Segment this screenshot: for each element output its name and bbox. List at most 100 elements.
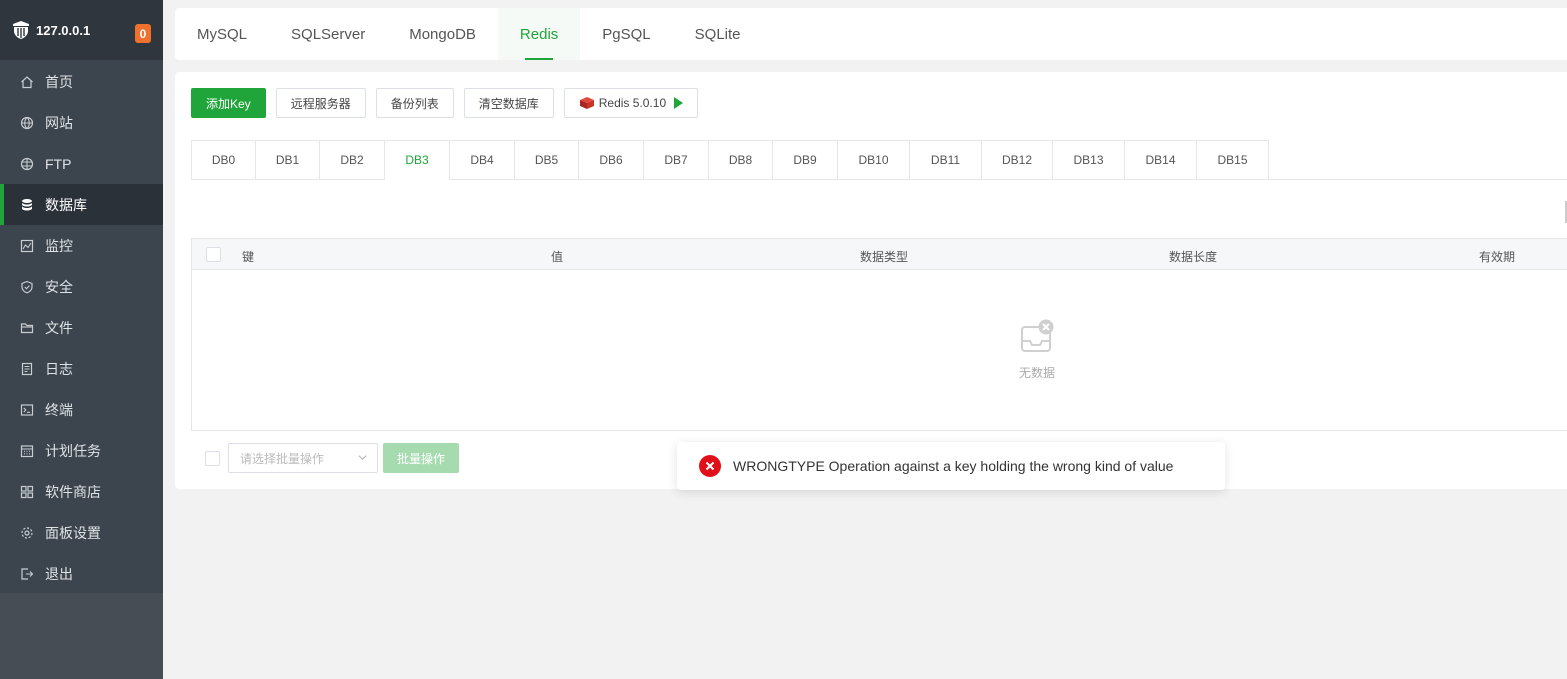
db-tab[interactable]: DB12 [982, 140, 1053, 180]
toast-message: WRONGTYPE Operation against a key holdin… [733, 458, 1174, 474]
shield-icon [20, 280, 34, 294]
batch-select-placeholder: 请选择批量操作 [240, 451, 325, 466]
column-ttl: 有效期 [1479, 250, 1516, 264]
sidebar-item-label: 监控 [45, 237, 73, 254]
play-icon [674, 97, 684, 109]
database-type-tabs: MySQL SQLServer MongoDB Redis PgSQL SQLi… [175, 8, 1567, 60]
sidebar-item-label: 首页 [45, 73, 73, 90]
db-tab[interactable]: DB6 [579, 140, 644, 180]
redis-panel: 添加Key 远程服务器 备份列表 清空数据库 Redis 5.0.10 DB0 … [175, 72, 1567, 489]
db-tab[interactable]: DB15 [1197, 140, 1269, 180]
sidebar-item-label: 面板设置 [45, 524, 101, 541]
sidebar-item-logs[interactable]: 日志 [0, 348, 163, 389]
sidebar-item-database[interactable]: 数据库 [0, 184, 163, 225]
sidebar-item-label: 安全 [45, 278, 73, 295]
sidebar-item-label: 数据库 [45, 196, 87, 213]
gear-icon [20, 526, 34, 540]
sidebar-item-terminal[interactable]: 终端 [0, 389, 163, 430]
folder-icon [20, 321, 34, 335]
sidebar-item-label: 终端 [45, 401, 73, 418]
db-tab[interactable]: DB1 [256, 140, 320, 180]
db-tab[interactable]: DB14 [1125, 140, 1197, 180]
sidebar-item-cron[interactable]: 计划任务 [0, 430, 163, 471]
logout-icon [20, 567, 34, 581]
monitor-chart-icon [20, 239, 34, 253]
empty-inbox-icon [1021, 319, 1054, 352]
keys-table: 键 值 数据类型 数据长度 有效期 无数据 [191, 238, 1567, 431]
empty-text: 无数据 [1018, 366, 1055, 380]
backup-list-button[interactable]: 备份列表 [375, 88, 454, 118]
add-key-button[interactable]: 添加Key [191, 88, 266, 118]
db-tab[interactable]: DB10 [838, 140, 910, 180]
db-tab-active[interactable]: DB3 [385, 140, 450, 180]
sidebar-item-label: 网站 [45, 114, 73, 131]
sidebar-footer [0, 593, 163, 679]
batch-select-checkbox[interactable] [205, 450, 220, 466]
clear-database-button[interactable]: 清空数据库 [463, 88, 554, 118]
table-header: 键 值 数据类型 数据长度 有效期 [192, 239, 1567, 270]
redis-version-label: Redis 5.0.10 [598, 96, 667, 110]
tab-pgsql[interactable]: PgSQL [580, 8, 672, 60]
sidebar-item-logout[interactable]: 退出 [0, 553, 163, 594]
database-icon [20, 198, 34, 212]
db-tabs: DB0 DB1 DB2 DB3 DB4 DB5 DB6 DB7 DB8 DB9 … [191, 140, 1567, 180]
db-tab[interactable]: DB9 [773, 140, 838, 180]
batch-operations: 请选择批量操作 批量操作 [191, 443, 460, 473]
sidebar-item-label: 日志 [45, 360, 73, 377]
db-tab[interactable]: DB11 [910, 140, 982, 180]
db-tab[interactable]: DB8 [709, 140, 773, 180]
notification-badge[interactable]: 0 [135, 24, 151, 43]
sidebar-item-label: 计划任务 [45, 442, 101, 459]
sidebar-item-ftp[interactable]: FTP [0, 143, 163, 184]
db-tab[interactable]: DB4 [450, 140, 515, 180]
chevron-down-icon [358, 455, 367, 461]
sidebar-item-files[interactable]: 文件 [0, 307, 163, 348]
sidebar-item-monitor[interactable]: 监控 [0, 225, 163, 266]
db-tab[interactable]: DB7 [644, 140, 709, 180]
sidebar-item-website[interactable]: 网站 [0, 102, 163, 143]
column-value: 值 [551, 250, 564, 264]
panel-logo-icon [13, 21, 29, 39]
redis-version-button[interactable]: Redis 5.0.10 [563, 88, 699, 118]
sidebar-item-label: 文件 [45, 319, 73, 336]
db-tab[interactable]: DB13 [1053, 140, 1125, 180]
toolbar: 添加Key 远程服务器 备份列表 清空数据库 Redis 5.0.10 [191, 88, 708, 118]
db-tab[interactable]: DB0 [191, 140, 256, 180]
sidebar: 127.0.0.1 0 首页 网站 FTP 数据库 监控 安全 文件 日志 终端… [0, 0, 163, 679]
sidebar-item-security[interactable]: 安全 [0, 266, 163, 307]
select-all-checkbox[interactable] [206, 247, 221, 262]
batch-operation-button[interactable]: 批量操作 [383, 443, 460, 473]
calendar-icon [20, 444, 34, 458]
tab-redis[interactable]: Redis [497, 8, 581, 60]
batch-operation-select[interactable]: 请选择批量操作 [228, 443, 378, 473]
error-toast: WRONGTYPE Operation against a key holdin… [677, 442, 1225, 490]
apps-icon [20, 485, 34, 499]
tab-mongodb[interactable]: MongoDB [387, 8, 498, 60]
sidebar-item-label: 软件商店 [45, 483, 101, 500]
server-host: 127.0.0.1 [36, 22, 91, 38]
db-tab[interactable]: DB2 [320, 140, 385, 180]
column-type: 数据类型 [860, 250, 909, 264]
sidebar-item-home[interactable]: 首页 [0, 61, 163, 102]
terminal-icon [20, 403, 34, 417]
remote-servers-button[interactable]: 远程服务器 [275, 88, 366, 118]
redis-logo-icon [579, 97, 594, 109]
column-length: 数据长度 [1169, 250, 1218, 264]
log-icon [20, 362, 34, 376]
sidebar-item-store[interactable]: 软件商店 [0, 471, 163, 512]
home-icon [20, 75, 34, 89]
error-icon [699, 455, 721, 477]
sidebar-header: 127.0.0.1 0 [0, 0, 163, 60]
sidebar-item-label: 退出 [45, 565, 73, 582]
tab-mysql[interactable]: MySQL [175, 8, 269, 60]
globe-icon [20, 116, 34, 130]
tab-sqlserver[interactable]: SQLServer [269, 8, 387, 60]
column-key: 键 [242, 250, 255, 264]
sidebar-nav: 首页 网站 FTP 数据库 监控 安全 文件 日志 终端 计划任务 软件商店 面… [0, 61, 163, 593]
empty-state: 无数据 [1012, 319, 1062, 381]
sidebar-item-settings[interactable]: 面板设置 [0, 512, 163, 553]
sidebar-item-label: FTP [45, 155, 72, 172]
db-tab[interactable]: DB5 [515, 140, 579, 180]
ftp-globe-icon [20, 157, 34, 171]
tab-sqlite[interactable]: SQLite [673, 8, 763, 60]
